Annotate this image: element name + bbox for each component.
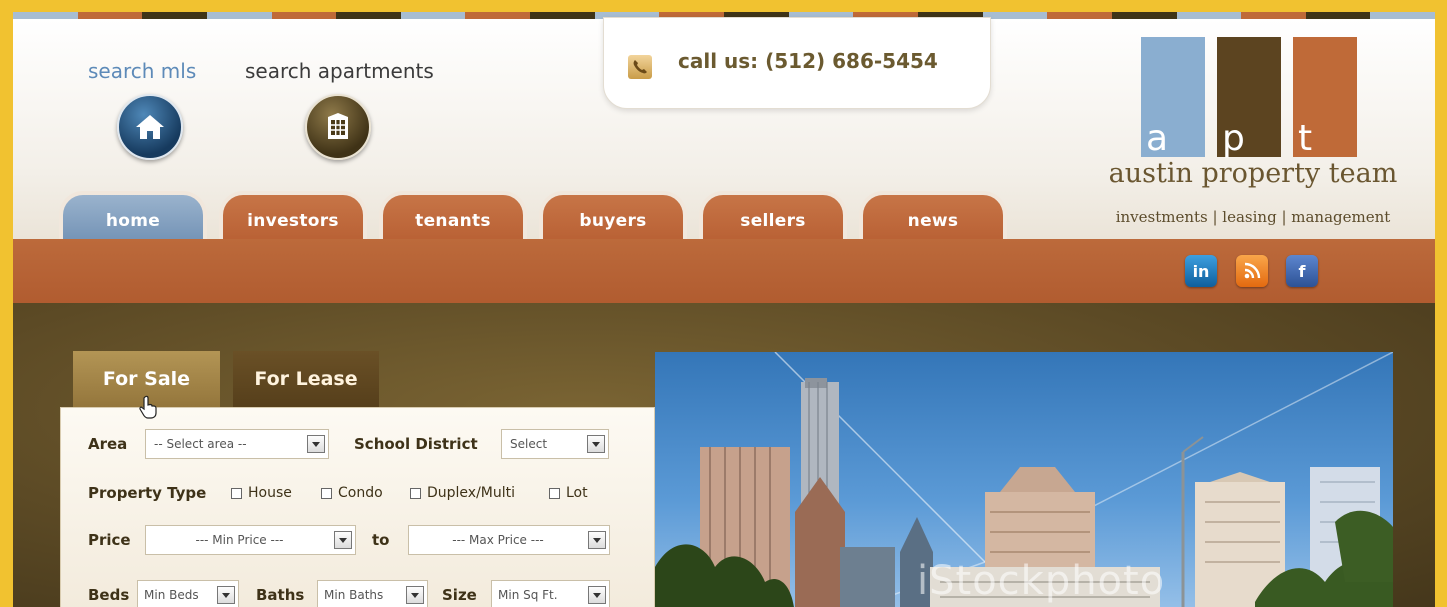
chevron-down-icon [588, 586, 606, 604]
stripe-segment [1370, 12, 1435, 19]
stripe-segment [1176, 12, 1242, 19]
chevron-down-icon [587, 435, 605, 453]
size-label: Size [442, 586, 477, 604]
linkedin-icon[interactable]: in [1185, 255, 1217, 287]
stripe-segment [206, 12, 272, 19]
max-price-value: --- Max Price --- [452, 533, 544, 547]
school-district-value: Select [510, 437, 548, 451]
stripe-segment [13, 12, 78, 19]
search-mls-link[interactable]: search mls [88, 59, 196, 83]
price-to-label: to [372, 531, 390, 549]
phone-number[interactable]: call us: (512) 686-5454 [678, 49, 938, 73]
nav-bar [13, 239, 1435, 303]
apt-logo[interactable]: a p t austin property team investments |… [1103, 25, 1423, 245]
logo-letter-t: t [1298, 118, 1313, 159]
header: search mls search apartments call us: (5… [13, 17, 1435, 247]
skyline-photo: iStockphoto [655, 352, 1393, 607]
chevron-down-icon [406, 586, 424, 604]
min-baths-value: Min Baths [324, 588, 384, 602]
tab-for-lease[interactable]: For Lease [233, 351, 379, 407]
house-icon [136, 115, 164, 139]
logo-letter-a: a [1146, 118, 1169, 159]
checkbox-condo-label: Condo [338, 485, 383, 501]
photo-watermark: iStockphoto [917, 558, 1166, 604]
checkbox-lot-label: Lot [566, 485, 588, 501]
min-size-value: Min Sq Ft. [498, 588, 558, 602]
min-price-value: --- Min Price --- [195, 533, 284, 547]
stripe-segment [1047, 12, 1112, 19]
logo-block-p: p [1217, 37, 1281, 157]
property-type-label: Property Type [88, 484, 207, 502]
stripe-segment [271, 12, 337, 19]
logo-tagline: investments | leasing | management [1115, 208, 1391, 226]
stripe-segment [982, 12, 1048, 19]
stripe-segment [530, 12, 595, 19]
school-district-select[interactable]: Select [501, 429, 609, 459]
stripe-segment [465, 12, 531, 19]
checkbox-duplex[interactable]: Duplex/Multi [410, 485, 515, 501]
min-size-select[interactable]: Min Sq Ft. [491, 580, 610, 607]
area-select-value: -- Select area -- [154, 437, 247, 451]
page-frame: search mls search apartments call us: (5… [13, 12, 1435, 607]
area-select[interactable]: -- Select area -- [145, 429, 329, 459]
max-price-select[interactable]: --- Max Price --- [408, 525, 610, 555]
hand-cursor-icon [139, 395, 157, 419]
min-price-select[interactable]: --- Min Price --- [145, 525, 356, 555]
stripe-segment [1241, 12, 1306, 19]
logo-block-a: a [1141, 37, 1205, 157]
logo-company-name: austin property team [1108, 158, 1398, 189]
chevron-down-icon [588, 531, 606, 549]
checkbox-duplex-box[interactable] [410, 487, 421, 499]
checkbox-lot-box[interactable] [549, 487, 560, 499]
min-beds-value: Min Beds [144, 588, 199, 602]
logo-block-t: t [1293, 37, 1357, 157]
checkbox-duplex-label: Duplex/Multi [427, 485, 516, 501]
search-mls-button[interactable] [117, 94, 183, 160]
checkbox-house-box[interactable] [231, 487, 242, 499]
chevron-down-icon [307, 435, 325, 453]
phone-icon [628, 55, 652, 79]
checkbox-lot[interactable]: Lot [549, 485, 588, 501]
min-baths-select[interactable]: Min Baths [317, 580, 428, 607]
checkbox-condo-box[interactable] [321, 487, 332, 499]
stripe-segment [1305, 12, 1371, 19]
checkbox-condo[interactable]: Condo [321, 485, 383, 501]
checkbox-house-label: House [248, 485, 292, 501]
area-label: Area [88, 435, 128, 453]
chevron-down-icon [217, 586, 235, 604]
beds-label: Beds [88, 586, 130, 604]
rss-icon[interactable] [1236, 255, 1268, 287]
chevron-down-icon [334, 531, 352, 549]
min-beds-select[interactable]: Min Beds [137, 580, 239, 607]
search-apartments-button[interactable] [305, 94, 371, 160]
facebook-icon[interactable]: f [1286, 255, 1318, 287]
property-search-form: Area -- Select area -- School District S… [60, 407, 655, 607]
price-label: Price [88, 531, 131, 549]
search-apartments-link[interactable]: search apartments [245, 59, 434, 83]
baths-label: Baths [256, 586, 305, 604]
stripe-segment [400, 12, 466, 19]
checkbox-house[interactable]: House [231, 485, 292, 501]
logo-letter-p: p [1222, 118, 1245, 159]
call-us-box: call us: (512) 686-5454 [603, 17, 991, 109]
stripe-segment [336, 12, 401, 19]
building-icon [328, 113, 348, 139]
main-content: For Sale For Lease Area -- Select area -… [13, 303, 1435, 607]
stripe-segment [77, 12, 143, 19]
stripe-segment [142, 12, 207, 19]
school-district-label: School District [354, 435, 478, 453]
stripe-segment [1111, 12, 1177, 19]
